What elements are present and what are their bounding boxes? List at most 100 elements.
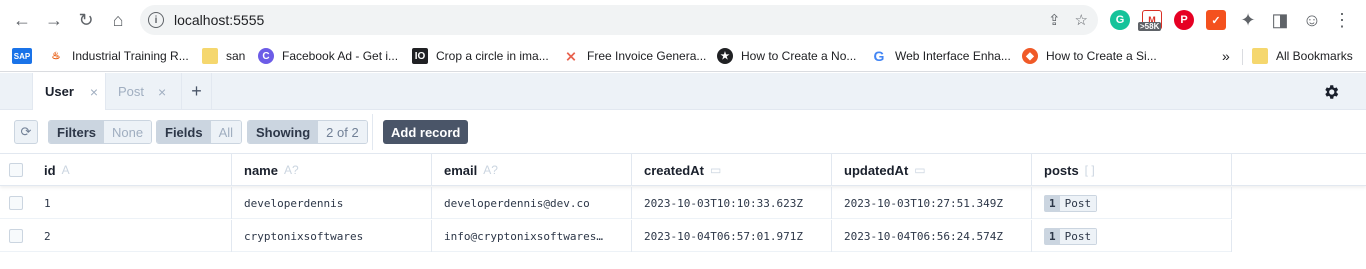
bookmark-item[interactable]: C Facebook Ad - Get i... [258, 46, 398, 66]
grammarly-extension-icon[interactable]: G [1110, 10, 1130, 30]
share-icon[interactable]: ⇪ [1048, 11, 1061, 29]
column-type: [ ] [1084, 163, 1095, 177]
tab-label: Post [118, 84, 145, 99]
cell-updatedat[interactable]: 2023-10-04T06:56:24.574Z [832, 220, 1032, 252]
fields-label: Fields [157, 121, 211, 143]
add-record-button[interactable]: Add record [383, 120, 469, 144]
model-tabs: User × Post × + [0, 73, 1366, 110]
column-name: name [244, 162, 278, 178]
column-type: A [61, 163, 70, 177]
address-bar[interactable]: i localhost:5555 ⇪ ☆ [140, 5, 1098, 35]
flame-icon: ♨ [51, 50, 61, 62]
bookmark-label: Industrial Training R... [72, 49, 189, 63]
close-icon[interactable]: × [90, 84, 98, 100]
cell-updatedat[interactable]: 2023-10-03T10:27:51.349Z [832, 187, 1032, 219]
folder-icon [202, 48, 218, 64]
cell-email[interactable]: developerdennis@dev.co [432, 187, 632, 219]
table-header: id A name A? email A? createdAt ▭ updatedAt ▭… [0, 154, 1366, 186]
profile-avatar-icon[interactable]: ☺ [1300, 8, 1324, 32]
shield-logo-icon: ◆ [1022, 48, 1038, 64]
gear-icon[interactable] [1322, 83, 1340, 101]
cell-id[interactable]: 2 [32, 220, 232, 252]
bookmark-item[interactable]: IO Crop a circle in ima... [412, 46, 549, 66]
puzzle-extensions-icon[interactable]: ✦ [1236, 8, 1260, 32]
column-type: A? [483, 163, 498, 177]
chevron-logo-icon: ⨯ [565, 47, 577, 64]
column-type: A? [283, 163, 299, 177]
relation-count: 1 [1045, 228, 1060, 244]
circle-c-icon: C [258, 48, 274, 64]
select-all-checkbox[interactable] [0, 154, 32, 186]
reload-icon[interactable]: ↻ [74, 8, 98, 32]
bookmark-item[interactable]: ◆ How to Create a Si... [1022, 46, 1157, 66]
table-row[interactable]: 2 cryptonixsoftwares info@cryptonixsoftw… [0, 220, 1232, 252]
relation-label: Post [1059, 195, 1097, 211]
bookmark-label: Web Interface Enha... [895, 49, 1011, 63]
site-info-icon[interactable]: i [148, 12, 164, 28]
fields-button[interactable]: Fields All [156, 120, 243, 144]
toolbar-divider [372, 114, 373, 150]
bookmark-folder[interactable]: san [202, 46, 245, 66]
column-header-id[interactable]: id A [32, 154, 232, 186]
menu-kebab-icon[interactable]: ⋮ [1330, 8, 1354, 32]
column-name: posts [1044, 162, 1079, 178]
cell-createdat[interactable]: 2023-10-03T10:10:33.623Z [632, 187, 832, 219]
tab-post[interactable]: Post × [106, 73, 182, 110]
table-row[interactable]: 1 developerdennis developerdennis@dev.co… [0, 187, 1232, 219]
close-icon[interactable]: × [158, 84, 166, 100]
add-tab-button[interactable]: + [182, 73, 212, 110]
all-bookmarks-button[interactable]: All Bookmarks [1252, 46, 1353, 66]
bookmark-star-icon[interactable]: ☆ [1075, 11, 1088, 29]
tab-label: User [45, 84, 74, 99]
cell-name[interactable]: developerdennis [232, 187, 432, 219]
showing-value: 2 of 2 [318, 121, 367, 143]
cell-posts[interactable]: 1 Post [1032, 187, 1232, 219]
io-icon: IO [412, 48, 428, 64]
showing-label: Showing [248, 121, 319, 143]
bookmark-item[interactable]: G Web Interface Enha... [871, 46, 1011, 66]
column-header-updatedat[interactable]: updatedAt ▭ [832, 154, 1032, 186]
relation-badge[interactable]: 1 Post [1044, 227, 1098, 245]
forward-arrow-icon[interactable]: → [42, 8, 66, 32]
side-panel-icon[interactable]: ◨ [1268, 8, 1292, 32]
sap-logo-icon: SAP [12, 48, 32, 64]
back-arrow-icon[interactable]: ← [10, 8, 34, 32]
refresh-icon[interactable]: ⟳ [14, 120, 38, 144]
relation-badge[interactable]: 1 Post [1044, 194, 1098, 212]
column-header-name[interactable]: name A? [232, 154, 432, 186]
bookmarks-overflow-button[interactable]: » [1222, 46, 1230, 66]
bookmark-label: san [226, 49, 246, 63]
column-header-email[interactable]: email A? [432, 154, 632, 186]
pinterest-extension-icon[interactable]: P [1174, 10, 1194, 30]
tab-user[interactable]: User × [32, 73, 106, 110]
bookmark-item[interactable]: ★ How to Create a No... [717, 46, 856, 66]
row-checkbox[interactable] [0, 220, 32, 252]
cell-posts[interactable]: 1 Post [1032, 220, 1232, 252]
filters-label: Filters [49, 121, 105, 143]
url-text[interactable]: localhost:5555 [174, 12, 264, 28]
star-badge-icon: ★ [717, 48, 733, 64]
bookmark-label: How to Create a No... [741, 49, 857, 63]
folder-icon [1252, 48, 1268, 64]
fields-value: All [210, 121, 242, 143]
row-checkbox[interactable] [0, 187, 32, 219]
sap-bookmark[interactable]: SAP [12, 46, 40, 66]
bookmark-label: Facebook Ad - Get i... [282, 49, 399, 63]
bookmark-label: How to Create a Si... [1046, 49, 1157, 63]
home-icon[interactable]: ⌂ [106, 8, 130, 32]
checkbox-extension-icon[interactable]: ✓ [1206, 10, 1226, 30]
bookmarks-bar: SAP ♨ Industrial Training R... san C Faceb… [0, 40, 1366, 72]
showing-button[interactable]: Showing 2 of 2 [247, 120, 368, 144]
column-header-posts[interactable]: posts [ ] [1032, 154, 1232, 186]
bookmark-item[interactable]: ⨯ Free Invoice Genera... [563, 46, 706, 66]
column-name: updatedAt [844, 162, 909, 178]
column-name: createdAt [644, 162, 704, 178]
cell-email[interactable]: info@cryptonixsoftwares… [432, 220, 632, 252]
cell-id[interactable]: 1 [32, 187, 232, 219]
filters-button[interactable]: Filters None [48, 120, 153, 144]
cell-createdat[interactable]: 2023-10-04T06:57:01.971Z [632, 220, 832, 252]
cell-name[interactable]: cryptonixsoftwares [232, 220, 432, 252]
column-header-createdat[interactable]: createdAt ▭ [632, 154, 832, 186]
bookmark-item[interactable]: ♨ Industrial Training R... [48, 46, 189, 66]
bookmark-label: Free Invoice Genera... [587, 49, 707, 63]
